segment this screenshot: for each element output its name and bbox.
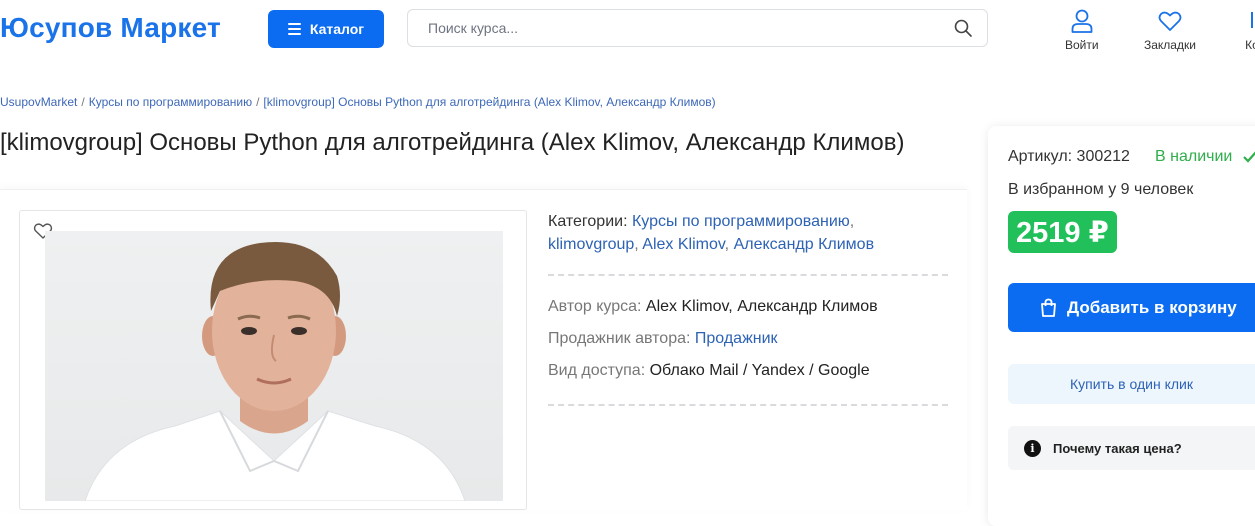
cart-label: Ко bbox=[1245, 38, 1255, 52]
access-value: Облако Mail / Yandex / Google bbox=[649, 362, 870, 379]
bookmarks-link[interactable]: Закладки bbox=[1144, 8, 1196, 52]
bookmarks-label: Закладки bbox=[1144, 38, 1196, 52]
catalog-button-label: Каталог bbox=[309, 21, 365, 37]
heart-icon bbox=[1158, 11, 1182, 31]
author-label: Автор курса: bbox=[548, 298, 642, 315]
product-photo bbox=[45, 231, 503, 501]
category-link[interactable]: Курсы по программированию bbox=[632, 213, 850, 230]
breadcrumb-category[interactable]: Курсы по программированию bbox=[89, 95, 252, 109]
divider bbox=[548, 404, 948, 406]
categories-label: Категории: bbox=[548, 213, 628, 230]
price-badge: 2519 ₽ bbox=[1008, 211, 1117, 253]
login-label: Войти bbox=[1065, 38, 1099, 52]
breadcrumb-home[interactable]: UsupovMarket bbox=[0, 95, 77, 109]
author-portrait bbox=[84, 241, 466, 501]
shopping-bag-icon bbox=[1041, 298, 1056, 317]
divider bbox=[548, 274, 948, 276]
user-icon bbox=[1071, 9, 1093, 33]
product-categories: Категории: Курсы по программированию, kl… bbox=[548, 213, 875, 253]
search-input[interactable] bbox=[408, 19, 953, 37]
favorites-count: В избранном у 9 человек bbox=[1008, 181, 1194, 198]
breadcrumb-separator: / bbox=[256, 95, 260, 109]
login-link[interactable]: Войти bbox=[1065, 8, 1099, 52]
add-to-cart-label: Добавить в корзину bbox=[1067, 297, 1237, 317]
category-link[interactable]: klimovgroup bbox=[548, 236, 634, 253]
sku-text: Артикул: 300212 bbox=[1008, 148, 1130, 165]
search-bar bbox=[407, 9, 988, 47]
cart-link[interactable]: Ко bbox=[1240, 8, 1255, 52]
breadcrumb-separator: / bbox=[81, 95, 85, 109]
category-link[interactable]: Alex Klimov bbox=[642, 236, 724, 253]
page-title: [klimovgroup] Основы Python для алготрей… bbox=[0, 129, 905, 156]
seller-row: Продажник автора: Продажник bbox=[548, 330, 778, 348]
why-price-label: Почему такая цена? bbox=[1053, 440, 1182, 456]
author-value: Alex Klimov, Александр Климов bbox=[645, 298, 878, 315]
breadcrumb: UsupovMarket / Курсы по программированию /[… bbox=[0, 95, 716, 109]
info-icon: i bbox=[1024, 439, 1041, 457]
access-label: Вид доступа: bbox=[548, 362, 646, 379]
site-logo[interactable]: Юсупов Маркет bbox=[0, 12, 221, 44]
catalog-button[interactable]: Каталог bbox=[268, 10, 384, 48]
menu-icon bbox=[287, 23, 301, 35]
author-row: Автор курса: Alex Klimov, Александр Клим… bbox=[548, 298, 878, 316]
check-icon bbox=[1243, 151, 1255, 163]
access-row: Вид доступа: Облако Mail / Yandex / Goog… bbox=[548, 362, 870, 380]
search-icon[interactable] bbox=[953, 18, 973, 38]
breadcrumb-current: [klimovgroup] Основы Python для алготрей… bbox=[263, 95, 716, 109]
why-price-info[interactable]: i Почему такая цена? bbox=[1008, 426, 1255, 470]
add-to-cart-button[interactable]: Добавить в корзину bbox=[1008, 283, 1255, 332]
category-link[interactable]: Александр Климов bbox=[734, 236, 875, 253]
one-click-buy-button[interactable]: Купить в один клик bbox=[1008, 364, 1255, 404]
seller-link[interactable]: Продажник bbox=[695, 330, 778, 347]
stock-status: В наличии bbox=[1155, 148, 1255, 166]
stock-label: В наличии bbox=[1155, 148, 1233, 165]
cart-icon bbox=[1251, 12, 1253, 28]
seller-label: Продажник автора: bbox=[548, 330, 691, 347]
